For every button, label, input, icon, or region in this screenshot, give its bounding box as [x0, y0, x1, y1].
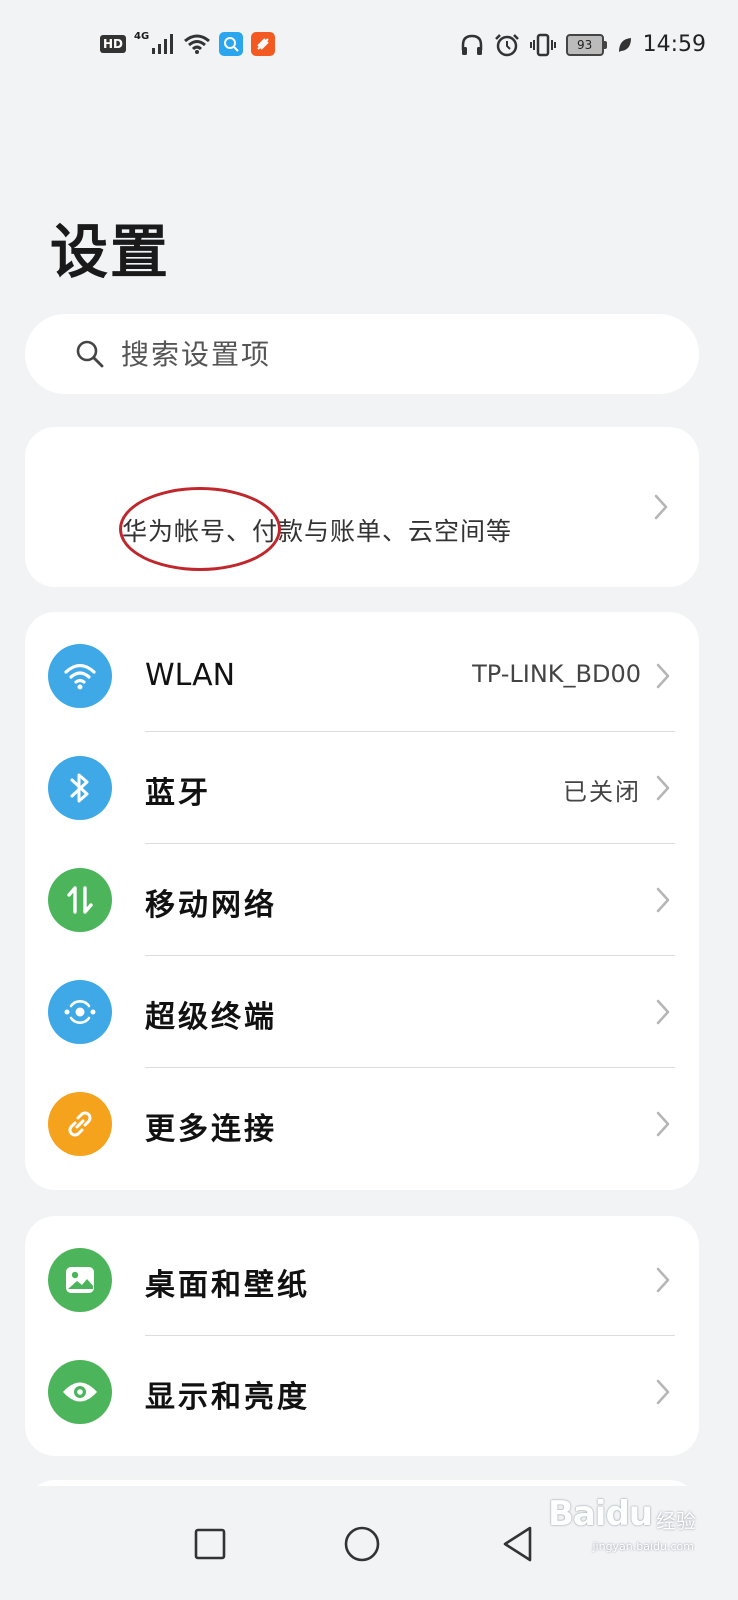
recent-apps-button[interactable]: [188, 1522, 232, 1566]
battery-level: 93: [565, 33, 604, 56]
watermark-url: jingyan.baidu.com: [592, 1540, 694, 1553]
vibrate-icon: [529, 33, 556, 56]
settings-item-more-connections[interactable]: 更多连接: [25, 1068, 699, 1180]
alarm-icon: [494, 33, 519, 56]
back-triangle-icon: [503, 1526, 532, 1562]
wifi-icon: [48, 644, 112, 708]
chevron-right-icon: [656, 887, 670, 913]
chevron-right-icon: [656, 1267, 670, 1293]
settings-item-label: 蓝牙: [145, 776, 211, 811]
display-card: 桌面和壁纸 显示和亮度: [25, 1216, 699, 1456]
settings-item-value: TP-LINK_BD00: [472, 660, 641, 688]
settings-item-wallpaper[interactable]: 桌面和壁纸: [25, 1224, 699, 1336]
home-button[interactable]: [340, 1522, 384, 1566]
settings-item-wlan[interactable]: WLAN TP-LINK_BD00: [25, 620, 699, 732]
chevron-right-icon: [656, 775, 670, 801]
settings-item-display-brightness[interactable]: 显示和亮度: [25, 1336, 699, 1448]
link-icon: [48, 1092, 112, 1156]
chevron-right-icon: [656, 999, 670, 1025]
search-input[interactable]: [119, 336, 643, 372]
back-button[interactable]: [496, 1522, 540, 1566]
settings-item-label: 显示和亮度: [145, 1380, 310, 1415]
search-app-icon: [219, 32, 244, 56]
chevron-right-icon: [654, 494, 668, 520]
chevron-right-icon: [656, 1379, 670, 1405]
search-icon: [76, 340, 104, 368]
square-icon: [194, 1528, 226, 1560]
account-card[interactable]: [25, 427, 699, 587]
settings-item-label: 桌面和壁纸: [145, 1268, 310, 1303]
watermark-text: 经验: [656, 1509, 696, 1533]
signal-icon: [152, 34, 174, 54]
connectivity-card: WLAN TP-LINK_BD00 蓝牙 已关闭 移动网络 超级终端 更多连接: [25, 612, 699, 1190]
wallpaper-icon: [48, 1248, 112, 1312]
circle-icon: [344, 1526, 380, 1562]
settings-item-super-device[interactable]: 超级终端: [25, 956, 699, 1068]
wifi-icon: [184, 34, 211, 54]
status-bar: HD 4G 93 14:59: [0, 0, 738, 90]
headphones-icon: [461, 34, 482, 55]
baidu-watermark: Baidu 经验: [548, 1494, 696, 1534]
app-notification-icon: [251, 32, 276, 56]
settings-item-label: WLAN: [145, 658, 236, 693]
settings-item-label: 超级终端: [145, 1000, 277, 1035]
page-title: 设置: [50, 218, 171, 286]
chevron-right-icon: [656, 663, 670, 689]
settings-item-label: 更多连接: [145, 1112, 277, 1147]
mobile-data-icon: [48, 868, 112, 932]
watermark-brand: Baidu: [547, 1494, 653, 1534]
settings-item-value: 已关闭: [563, 778, 641, 806]
chevron-right-icon: [656, 1111, 670, 1137]
bluetooth-icon: [48, 756, 112, 820]
super-device-icon: [48, 980, 112, 1044]
settings-item-mobile-network[interactable]: 移动网络: [25, 844, 699, 956]
search-bar[interactable]: [25, 314, 699, 394]
hd-badge: HD: [100, 35, 127, 53]
battery-icon: 93: [565, 33, 607, 56]
settings-item-label: 移动网络: [145, 888, 277, 923]
eye-icon: [48, 1360, 112, 1424]
eco-leaf-icon: [618, 37, 631, 52]
clock: 14:59: [642, 32, 706, 57]
account-subtitle: 华为帐号、付款与账单、云空间等: [122, 517, 513, 546]
settings-item-bluetooth[interactable]: 蓝牙 已关闭: [25, 732, 699, 844]
network-type: 4G: [134, 30, 150, 42]
